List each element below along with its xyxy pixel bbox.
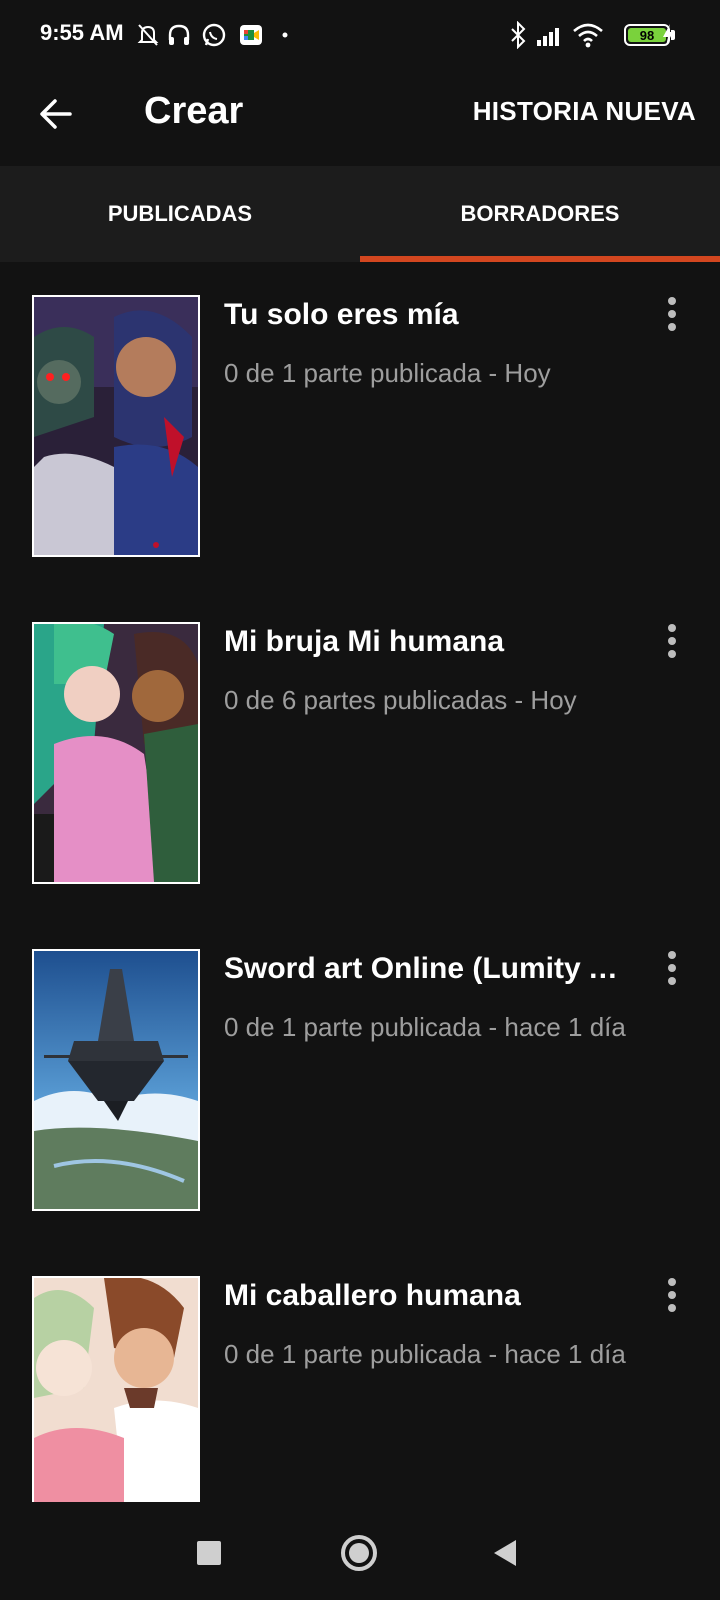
- tab-bar: PUBLICADAS BORRADORES: [0, 166, 720, 262]
- back-arrow-button[interactable]: [28, 86, 84, 142]
- wifi-icon: [572, 20, 604, 50]
- more-options-button[interactable]: [648, 617, 696, 665]
- bell-off-icon: [136, 20, 160, 50]
- story-cover[interactable]: [32, 622, 200, 884]
- home-button[interactable]: [334, 1528, 384, 1578]
- more-options-button[interactable]: [648, 1271, 696, 1319]
- story-item[interactable]: Sword art Online (Lumity A… 0 de 1 parte…: [0, 916, 720, 1243]
- new-story-button[interactable]: HISTORIA NUEVA: [473, 96, 696, 127]
- story-title[interactable]: Mi bruja Mi humana: [224, 625, 634, 659]
- story-title[interactable]: Tu solo eres mía: [224, 298, 634, 332]
- more-vertical-icon: [668, 624, 676, 658]
- meet-icon: [238, 20, 264, 50]
- tab-published[interactable]: PUBLICADAS: [0, 166, 360, 262]
- headphones-icon: [166, 20, 192, 50]
- more-options-button[interactable]: [648, 944, 696, 992]
- charging-icon: [660, 20, 676, 50]
- dot-icon: [280, 20, 290, 50]
- more-vertical-icon: [668, 1278, 676, 1312]
- story-meta: 0 de 1 parte publicada - hace 1 día: [224, 1012, 626, 1042]
- story-item[interactable]: Mi bruja Mi humana 0 de 6 partes publica…: [0, 589, 720, 916]
- story-item[interactable]: Tu solo eres mía 0 de 1 parte publicada …: [0, 262, 720, 589]
- story-title[interactable]: Sword art Online (Lumity A…: [224, 952, 634, 986]
- story-cover[interactable]: [32, 295, 200, 557]
- tab-drafts[interactable]: BORRADORES: [360, 166, 720, 262]
- more-vertical-icon: [668, 297, 676, 331]
- story-list: Tu solo eres mía 0 de 1 parte publicada …: [0, 262, 720, 1570]
- story-meta: 0 de 1 parte publicada - hace 1 día: [224, 1339, 626, 1369]
- app-bar: Crear HISTORIA NUEVA: [0, 70, 720, 166]
- story-meta: 0 de 1 parte publicada - Hoy: [224, 358, 551, 388]
- system-back-button[interactable]: [480, 1528, 530, 1578]
- story-cover[interactable]: [32, 949, 200, 1211]
- triangle-back-icon: [494, 1540, 516, 1566]
- system-nav-bar: [0, 1504, 720, 1600]
- bluetooth-icon: [508, 20, 528, 50]
- more-vertical-icon: [668, 951, 676, 985]
- more-options-button[interactable]: [648, 290, 696, 338]
- arrow-left-icon: [40, 99, 72, 129]
- recents-button[interactable]: [184, 1528, 234, 1578]
- whatsapp-icon: [201, 20, 227, 50]
- status-time: 9:55 AM: [40, 20, 124, 45]
- story-title[interactable]: Mi caballero humana: [224, 1279, 634, 1313]
- story-meta: 0 de 6 partes publicadas - Hoy: [224, 685, 577, 715]
- signal-icon: [535, 20, 565, 50]
- square-icon: [197, 1541, 221, 1565]
- status-bar: 9:55 AM 98: [0, 0, 720, 70]
- circle-icon: [341, 1535, 377, 1571]
- story-cover[interactable]: [32, 1276, 200, 1502]
- page-title: Crear: [144, 90, 244, 132]
